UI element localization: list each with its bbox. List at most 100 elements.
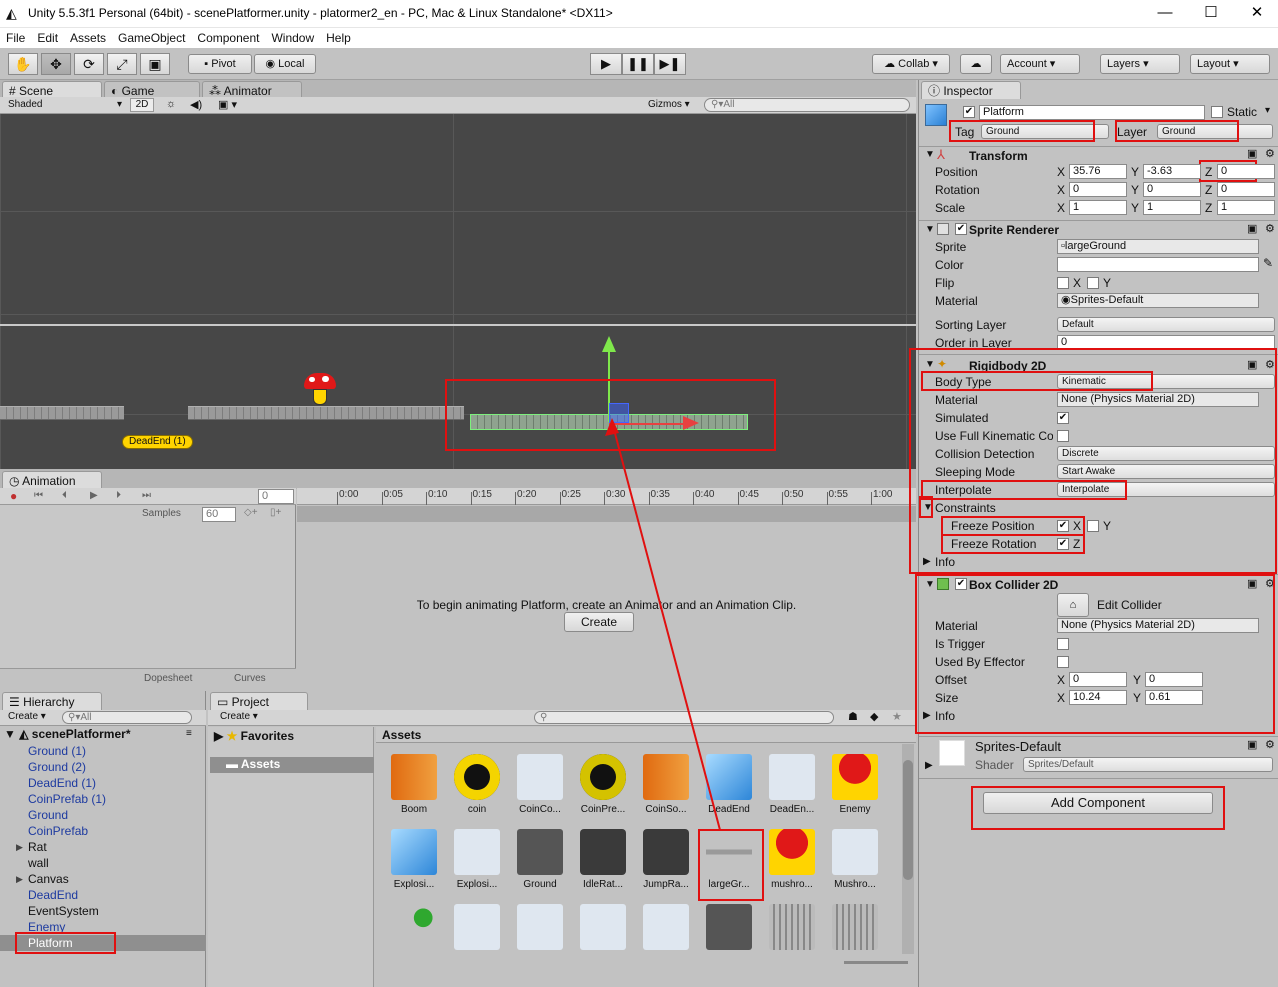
audio-icon[interactable]: ◀) — [190, 98, 202, 111]
scale-tool-icon[interactable]: ⤢ — [107, 53, 137, 75]
asset-item[interactable]: Explosi... — [447, 829, 507, 890]
hierarchy-item[interactable]: DeadEnd — [0, 887, 206, 903]
hand-tool-icon[interactable]: ✋ — [8, 53, 38, 75]
expand-arrow-icon[interactable]: ▶ — [16, 839, 23, 855]
asset-item[interactable]: CoinPre... — [573, 754, 633, 815]
transform-scale-x-field[interactable]: 1 — [1069, 200, 1127, 215]
asset-item[interactable]: CoinCo... — [510, 754, 570, 815]
tab-inspector[interactable]: ⓘ Inspector — [921, 81, 1021, 99]
tab-project[interactable]: ▭ Project — [210, 692, 308, 710]
hierarchy-item[interactable]: EventSystem — [0, 903, 206, 919]
asset-thumbnail-icon[interactable] — [643, 904, 689, 950]
menu-edit[interactable]: Edit — [31, 28, 64, 45]
asset-thumbnail-icon[interactable] — [769, 904, 815, 950]
material-fold-icon[interactable]: ▶ — [925, 760, 933, 771]
scene-view[interactable]: DeadEnd (1) — [0, 114, 916, 469]
favorites-folder[interactable]: ▶ ★ Favorites — [214, 729, 294, 743]
step-button[interactable]: ▶❚ — [654, 53, 686, 75]
add-keyframe-icon[interactable]: ◇+ — [244, 507, 258, 518]
tab-animation[interactable]: ◷ Animation — [2, 471, 102, 489]
hierarchy-item[interactable]: Ground (2) — [0, 759, 206, 775]
sorting-layer-dropdown[interactable]: Default — [1057, 317, 1275, 332]
eyedropper-icon[interactable]: ✎ — [1263, 256, 1273, 270]
move-tool-icon[interactable]: ✥ — [41, 53, 71, 75]
asset-thumbnail-icon[interactable] — [454, 904, 500, 950]
collab-dropdown[interactable]: ☁ Collab ▾ — [872, 54, 950, 74]
asset-item[interactable]: Ground — [510, 829, 570, 890]
sprite-renderer-settings-icon[interactable]: ⚙ — [1265, 222, 1275, 235]
sprite-renderer-help-icon[interactable]: ▣ — [1247, 222, 1257, 235]
filter-label-icon[interactable]: ◆ — [870, 710, 878, 723]
tab-curves[interactable]: Curves — [234, 673, 266, 684]
scene-search-input[interactable]: ⚲▾All — [704, 98, 910, 112]
hierarchy-create-dropdown[interactable]: Create ▾ — [8, 711, 46, 722]
effects-icon[interactable]: ▣ ▾ — [218, 98, 237, 111]
scene-menu-icon[interactable]: ≡ — [186, 728, 192, 739]
add-event-icon[interactable]: ▯+ — [270, 507, 281, 518]
flip-y-checkbox[interactable] — [1087, 277, 1099, 289]
asset-thumbnail-icon[interactable] — [706, 904, 752, 950]
play-button[interactable]: ▶ — [590, 53, 622, 75]
sprite-renderer-fold-icon[interactable]: ▼ — [925, 224, 935, 235]
asset-thumbnail-icon[interactable] — [517, 904, 563, 950]
favorite-star-icon[interactable]: ★ — [892, 710, 902, 723]
transform-pos-x-field[interactable]: 35.76 — [1069, 164, 1127, 179]
play-anim-icon[interactable]: ▶ — [90, 490, 98, 501]
hierarchy-item[interactable]: Ground (1) — [0, 743, 206, 759]
hierarchy-search-input[interactable]: ⚲▾All — [62, 711, 192, 724]
hierarchy-item[interactable]: Ground — [0, 807, 206, 823]
asset-item[interactable]: Mushro... — [825, 829, 885, 890]
transform-pos-y-field[interactable]: -3.63 — [1143, 164, 1201, 179]
asset-scrollbar[interactable] — [902, 744, 914, 954]
minimize-button[interactable]: — — [1142, 0, 1188, 28]
frame-field[interactable]: 0 — [258, 489, 294, 504]
asset-thumbnail-icon[interactable] — [580, 904, 626, 950]
asset-item[interactable]: JumpRa... — [636, 829, 696, 890]
asset-item[interactable]: CoinSo... — [636, 754, 696, 815]
timeline-ruler[interactable]: 0:00 0:05 0:10 0:15 0:20 0:25 0:30 0:35 0:40 0:45… — [297, 488, 916, 505]
asset-item[interactable]: Explosi... — [384, 829, 444, 890]
active-checkbox[interactable]: ✔ — [963, 106, 975, 118]
transform-fold-icon[interactable]: ▼ — [925, 149, 935, 160]
close-button[interactable]: ✕ — [1234, 0, 1278, 28]
last-key-icon[interactable]: ⏭ — [142, 490, 151, 501]
asset-item[interactable]: mushro... — [762, 829, 822, 890]
asset-thumbnail-icon[interactable] — [391, 904, 437, 950]
zoom-slider[interactable] — [844, 961, 908, 964]
first-key-icon[interactable]: ⏮ — [34, 490, 43, 501]
cloud-icon[interactable]: ☁ — [960, 54, 992, 74]
transform-settings-icon[interactable]: ⚙ — [1265, 147, 1275, 160]
layout-dropdown[interactable]: Layout ▾ — [1190, 54, 1270, 74]
2d-toggle[interactable]: 2D — [130, 98, 154, 112]
shader-dropdown[interactable]: Sprites/Default — [1023, 757, 1273, 772]
pivot-button[interactable]: ▪ Pivot — [188, 54, 252, 74]
hierarchy-item[interactable]: wall — [0, 855, 206, 871]
gizmo-y-arrow-icon[interactable] — [602, 336, 616, 352]
flip-x-checkbox[interactable] — [1057, 277, 1069, 289]
asset-item[interactable]: coin — [447, 754, 507, 815]
menu-assets[interactable]: Assets — [64, 28, 112, 45]
gizmos-dropdown[interactable]: Gizmos ▾ — [648, 99, 690, 110]
material-settings-icon[interactable]: ⚙ — [1265, 738, 1275, 751]
menu-help[interactable]: Help — [320, 28, 357, 45]
create-animation-button[interactable]: Create — [564, 612, 634, 632]
material-help-icon[interactable]: ▣ — [1247, 738, 1257, 751]
asset-item[interactable]: Enemy — [825, 754, 885, 815]
rect-tool-icon[interactable]: ▣ — [140, 53, 170, 75]
asset-item[interactable]: DeadEnd — [699, 754, 759, 815]
hierarchy-item[interactable]: CoinPrefab — [0, 823, 206, 839]
hierarchy-item[interactable]: DeadEnd (1) — [0, 775, 206, 791]
transform-scale-z-field[interactable]: 1 — [1217, 200, 1275, 215]
transform-rot-y-field[interactable]: 0 — [1143, 182, 1201, 197]
filter-type-icon[interactable]: ☗ — [848, 710, 858, 723]
menu-file[interactable]: File — [0, 28, 31, 45]
static-dropdown-icon[interactable]: ▾ — [1265, 105, 1270, 116]
prev-key-icon[interactable]: ⏴ — [62, 490, 67, 501]
scene-root[interactable]: ▼ ◭ scenePlatformer* — [4, 727, 131, 741]
next-key-icon[interactable]: ⏵ — [116, 490, 121, 501]
rotate-tool-icon[interactable]: ⟳ — [74, 53, 104, 75]
menu-gameobject[interactable]: GameObject — [112, 28, 191, 45]
hierarchy-item[interactable]: ▶ Rat — [0, 839, 206, 855]
layers-dropdown[interactable]: Layers ▾ — [1100, 54, 1180, 74]
menu-window[interactable]: Window — [265, 28, 320, 45]
